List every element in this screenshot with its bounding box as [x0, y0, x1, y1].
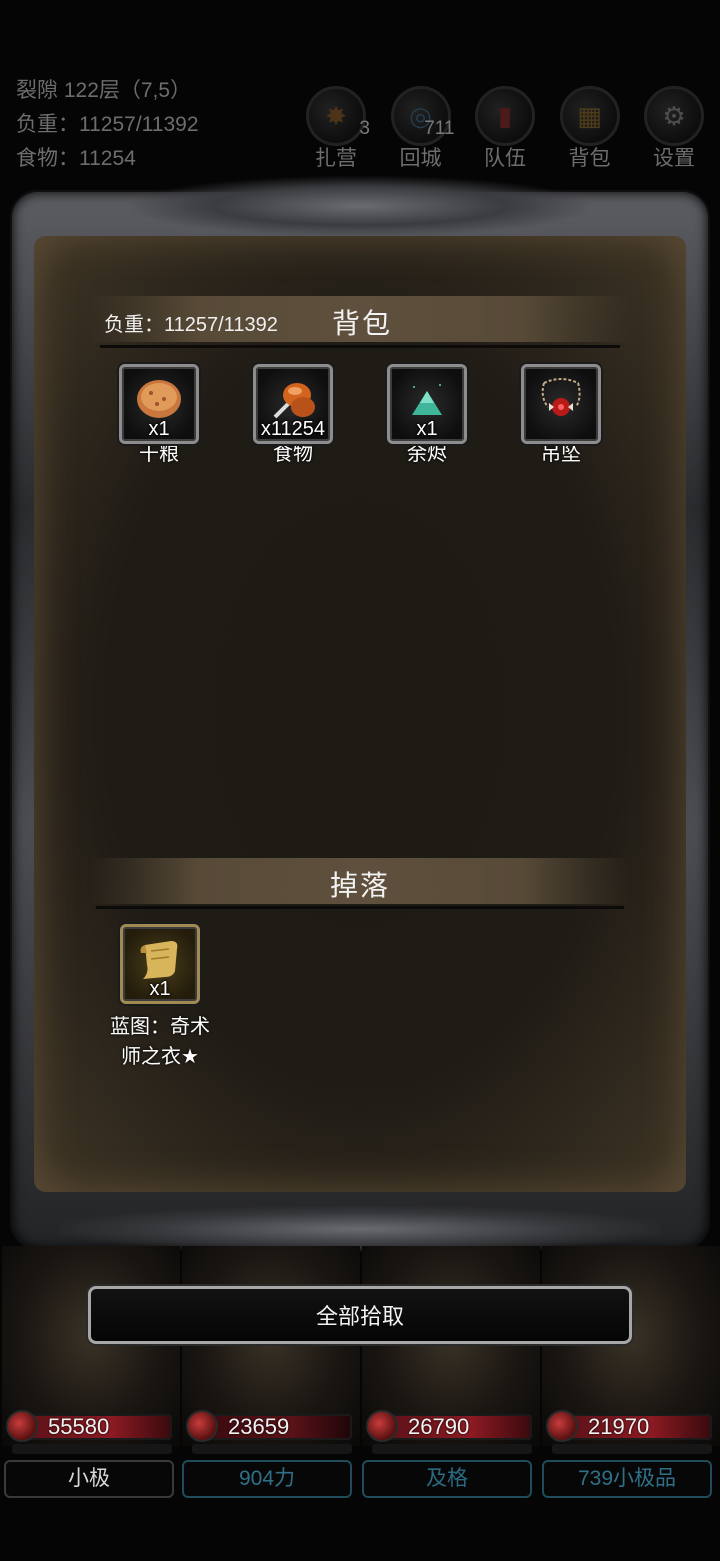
- bag-button[interactable]: ▦ 背包: [554, 86, 626, 176]
- load-status: 负重：11257/11392: [16, 113, 199, 136]
- item-quantity: x1: [416, 418, 438, 440]
- hero-hp: 55580: [4, 1410, 172, 1442]
- team-button[interactable]: ▮ 队伍: [469, 86, 541, 176]
- gear-icon: ⚙: [644, 86, 704, 146]
- hero-name[interactable]: 739小极品: [542, 1460, 712, 1498]
- camp-button[interactable]: ✸ 3 扎营: [300, 86, 372, 176]
- bag-label: 背包: [568, 147, 611, 170]
- settings-label: 设置: [653, 147, 695, 170]
- hero-hp: 26790: [364, 1410, 532, 1442]
- team-label: 队伍: [484, 147, 526, 170]
- energy-bar: [192, 1444, 352, 1454]
- hp-icon: [546, 1410, 578, 1442]
- item-slot: x11254: [253, 364, 333, 444]
- return-town-button[interactable]: ◎ 711 回城: [385, 86, 457, 176]
- camp-label: 扎营: [315, 147, 357, 170]
- campfire-icon: ✸: [306, 86, 366, 146]
- item-name: 食物: [273, 443, 313, 465]
- item-name: 蓝图：奇术师之衣★: [110, 1016, 210, 1068]
- hp-value: 21970: [588, 1414, 650, 1439]
- hud-buttons: ✸ 3 扎营 ◎ 711 回城 ▮ 队伍 ▦ 背包 ⚙ 设置: [300, 86, 710, 176]
- bag-item-dry-rations[interactable]: x1 干粮: [104, 364, 214, 468]
- floor-location: 裂隙 122层（7,5）: [16, 79, 192, 102]
- item-name: 余烬: [407, 443, 447, 465]
- bag-item-ember[interactable]: x1 余烬: [372, 364, 482, 468]
- drop-item-blueprint[interactable]: x1 蓝图：奇术师之衣★: [104, 924, 216, 1072]
- item-slot: [521, 364, 601, 444]
- drops-title: 掉落: [330, 870, 391, 901]
- return-label: 回城: [399, 147, 442, 170]
- energy-bar: [552, 1444, 712, 1454]
- hero-name[interactable]: 及格: [362, 1460, 532, 1498]
- item-quantity: x1: [148, 418, 170, 440]
- hp-value: 26790: [408, 1414, 470, 1439]
- item-slot: x1: [387, 364, 467, 444]
- pick-up-all-button[interactable]: 全部拾取: [88, 1286, 632, 1344]
- hp-icon: [366, 1410, 398, 1442]
- hp-icon: [186, 1410, 218, 1442]
- bag-item-pendant[interactable]: 吊坠: [506, 364, 616, 468]
- item-slot: x1: [120, 924, 200, 1004]
- settings-button[interactable]: ⚙ 设置: [638, 86, 710, 176]
- item-quantity: x1: [149, 978, 171, 1000]
- status-panel: 裂隙 122层（7,5） 负重：11257/11392 食物：11254: [16, 74, 199, 176]
- food-status: 食物：11254: [16, 147, 136, 170]
- bag-title: 背包: [332, 308, 393, 339]
- return-count: 711: [424, 118, 455, 139]
- hero-name[interactable]: 904力: [182, 1460, 352, 1498]
- drops-header-divider: [96, 906, 624, 909]
- hp-value: 23659: [228, 1414, 290, 1439]
- item-slot: x1: [119, 364, 199, 444]
- hero-hp: 23659: [184, 1410, 352, 1442]
- chest-icon: ▦: [559, 86, 620, 146]
- item-quantity: x11254: [260, 418, 326, 440]
- item-name: 吊坠: [541, 443, 581, 465]
- bag-header-divider: [100, 345, 620, 348]
- hero-name[interactable]: 小极: [4, 1460, 174, 1498]
- hp-icon: [6, 1410, 38, 1442]
- frame-crest-ornament: [130, 176, 590, 236]
- bag-weight: 负重：11257/11392: [104, 314, 278, 336]
- energy-bar: [12, 1444, 172, 1454]
- item-name: 干粮: [139, 443, 179, 465]
- banner-icon: ▮: [475, 86, 535, 146]
- pendant-icon: [524, 377, 598, 434]
- energy-bar: [372, 1444, 532, 1454]
- hp-value: 55580: [48, 1414, 110, 1439]
- camp-count: 3: [359, 118, 370, 139]
- bag-item-food[interactable]: x11254 食物: [238, 364, 348, 468]
- hero-hp: 21970: [544, 1410, 712, 1442]
